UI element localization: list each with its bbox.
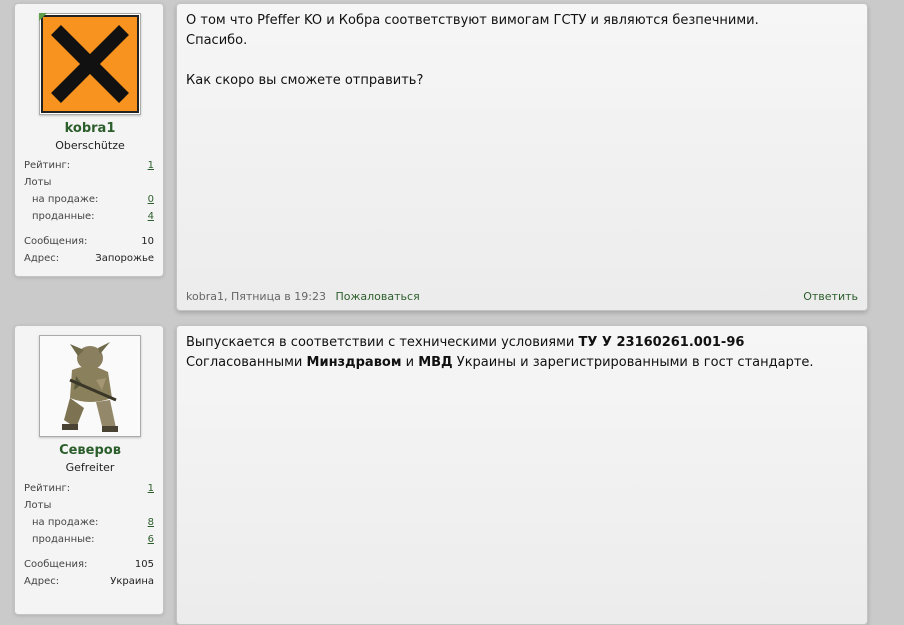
user-title: Oberschütze [55, 139, 125, 152]
messages-label: Сообщения: [24, 559, 88, 570]
on-sale-value-link[interactable]: 8 [148, 517, 154, 528]
message-body: О том что Pfeffer KO и Кобра соответству… [176, 3, 868, 311]
messages-value: 10 [141, 236, 154, 247]
text-run: Выпускается в соответствии с техническим… [186, 335, 579, 350]
on-sale-label: на продаже: [32, 517, 99, 528]
text-run: Согласованными [186, 355, 307, 370]
bold-term: Минздравом [306, 355, 402, 370]
message-line: Выпускается в соответствии с техническим… [186, 333, 855, 353]
message-footer: kobra1, Пятница в 19:23 Пожаловаться Отв… [186, 290, 858, 303]
sold-label: проданные: [32, 211, 95, 222]
message-body: Выпускается в соответствии с техническим… [176, 325, 868, 625]
avatar[interactable] [39, 335, 141, 437]
soldier-photo [40, 336, 140, 436]
message-text: О том что Pfeffer KO и Кобра соответству… [186, 11, 855, 91]
message-line: О том что Pfeffer KO и Кобра соответству… [186, 13, 759, 28]
empty-line [186, 51, 855, 71]
messages-value: 105 [134, 559, 154, 570]
sold-value-link[interactable]: 6 [148, 534, 154, 545]
username-link[interactable]: Северов [15, 443, 165, 458]
on-sale-label: на продаже: [32, 194, 99, 205]
text-run: Украины и зарегистрированными в гост ста… [452, 355, 814, 370]
user-title: Gefreiter [65, 461, 115, 474]
rating-value-link[interactable]: 1 [148, 483, 154, 494]
messages-label: Сообщения: [24, 236, 88, 247]
address-value: Запорожье [95, 253, 154, 264]
lots-label: Лоты [24, 500, 52, 511]
address-value: Украина [110, 576, 154, 587]
sold-value-link[interactable]: 4 [148, 211, 154, 222]
on-sale-value-link[interactable]: 0 [148, 194, 154, 205]
hazard-x-icon [41, 15, 139, 113]
spec-code: ТУ У 23160261.001-96 [578, 335, 745, 350]
rating-label: Рейтинг: [24, 483, 71, 494]
address-label: Адрес: [24, 253, 60, 264]
online-indicator-icon [39, 13, 47, 21]
user-info-panel: kobra1 Oberschütze Рейтинг: 1 Лоты на пр… [14, 3, 164, 277]
lots-label: Лоты [24, 177, 52, 188]
bold-term: МВД [418, 355, 453, 370]
post-meta: kobra1, Пятница в 19:23 [186, 290, 326, 303]
message-text: Выпускается в соответствии с техническим… [186, 333, 855, 373]
report-link[interactable]: Пожаловаться [336, 290, 420, 303]
message-line: Согласованными Минздравом и МВД Украины … [186, 353, 855, 373]
avatar[interactable] [39, 13, 141, 115]
address-label: Адрес: [24, 576, 60, 587]
message-line: Как скоро вы сможете отправить? [186, 73, 424, 88]
message-line: Спасибо. [186, 33, 248, 48]
rating-value-link[interactable]: 1 [148, 160, 154, 171]
username-link[interactable]: kobra1 [15, 121, 165, 136]
text-run: и [401, 355, 419, 370]
sold-label: проданные: [32, 534, 95, 545]
user-info-panel: Северов Gefreiter Рейтинг: 1 Лоты на про… [14, 325, 164, 615]
reply-link[interactable]: Ответить [803, 290, 858, 303]
rating-label: Рейтинг: [24, 160, 71, 171]
